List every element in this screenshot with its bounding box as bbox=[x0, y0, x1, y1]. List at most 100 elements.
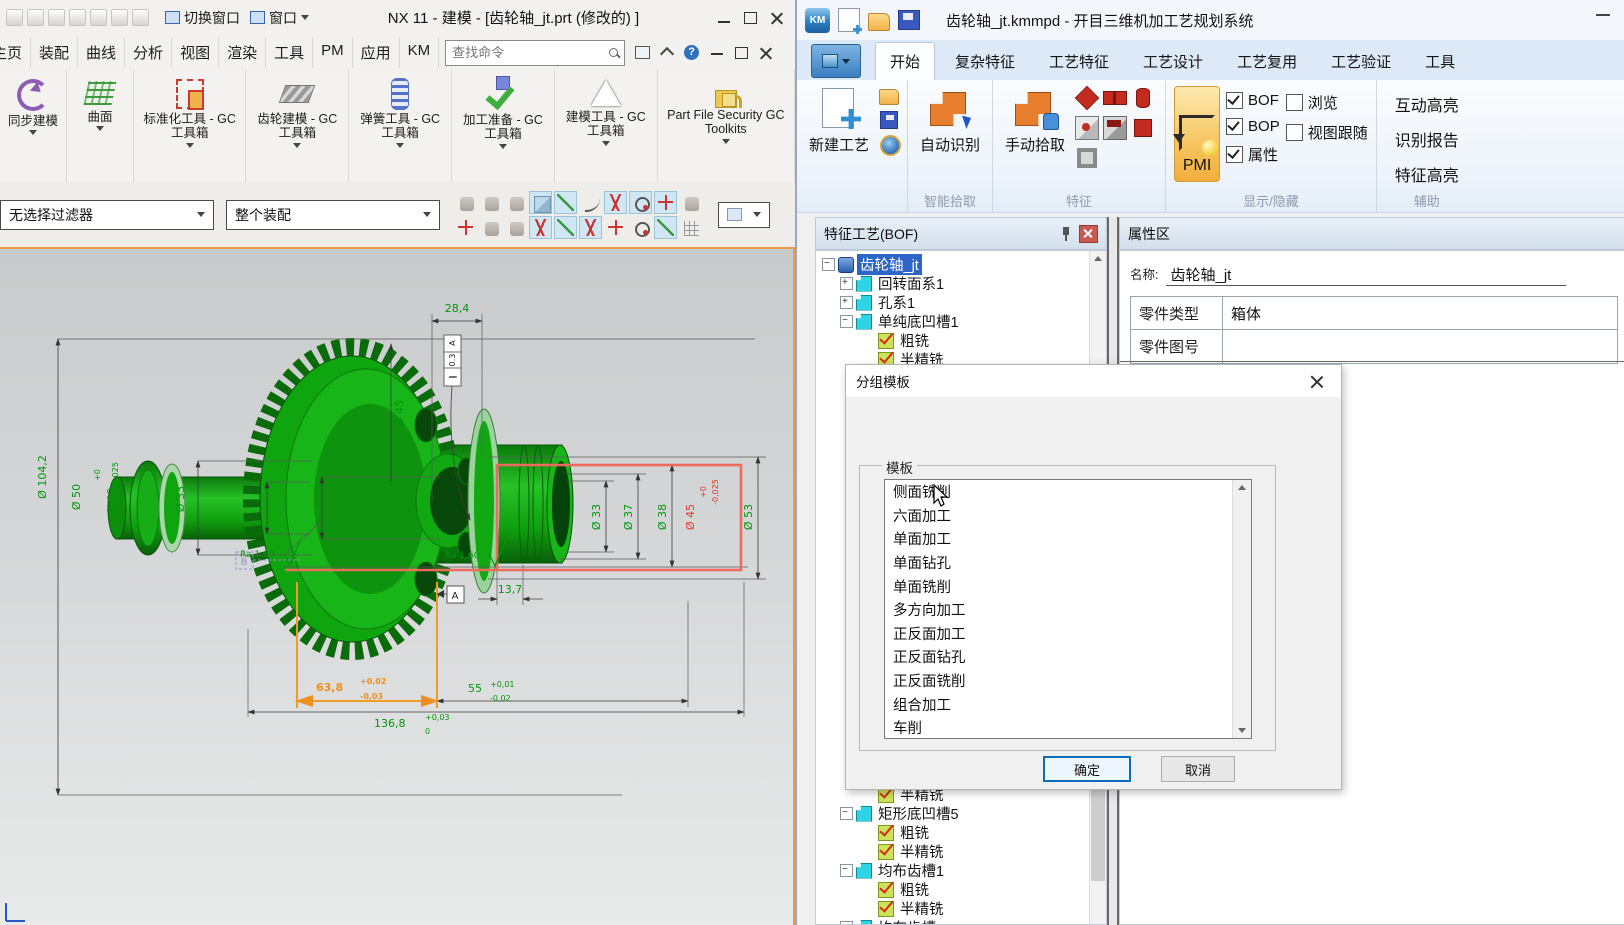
scroll-up-icon[interactable] bbox=[1090, 251, 1106, 266]
window-menu-button[interactable]: 窗口 bbox=[250, 8, 309, 28]
template-list-item[interactable]: 正反面铣削 bbox=[885, 669, 1251, 693]
panel-close-icon[interactable] bbox=[1079, 225, 1098, 243]
template-list[interactable]: 侧面铣削六面加工单面加工单面钻孔单面铣削多方向加工正反面加工正反面钻孔正反面铣削… bbox=[884, 479, 1252, 739]
aux-button[interactable]: 互动高亮 bbox=[1389, 90, 1465, 118]
template-list-item[interactable]: 多方向加工 bbox=[885, 598, 1251, 622]
snap-icon[interactable] bbox=[504, 191, 527, 214]
quick-access-icon[interactable] bbox=[69, 9, 86, 26]
tree-item[interactable]: 半精铣 bbox=[818, 899, 1088, 918]
snap-icon[interactable] bbox=[529, 191, 552, 214]
checkbox-icon[interactable] bbox=[1226, 92, 1243, 109]
tree-item[interactable]: 粗铣 bbox=[818, 880, 1088, 899]
snap-icon[interactable] bbox=[629, 216, 652, 239]
child-minimize-icon[interactable] bbox=[711, 53, 723, 55]
nx-menu-tab[interactable]: 曲线 bbox=[78, 37, 125, 68]
pmi-toggle-button[interactable]: PMI bbox=[1174, 86, 1220, 182]
name-field[interactable]: 齿轮轴_jt bbox=[1166, 261, 1566, 286]
quick-access-icon[interactable] bbox=[111, 9, 128, 26]
checkbox-row[interactable]: 属性 bbox=[1226, 144, 1280, 165]
expand-toggle-icon[interactable] bbox=[840, 807, 853, 820]
template-list-item[interactable]: 组合加工 bbox=[885, 692, 1251, 716]
snap-icon[interactable] bbox=[554, 191, 577, 214]
globe-icon[interactable] bbox=[879, 134, 899, 154]
km-ribbon-tab[interactable]: 工艺验证 bbox=[1317, 43, 1405, 80]
template-list-item[interactable]: 正反面加工 bbox=[885, 622, 1251, 646]
quick-access-icon[interactable] bbox=[27, 9, 44, 26]
block-feature-icon[interactable] bbox=[1134, 119, 1152, 137]
expand-toggle-icon[interactable] bbox=[840, 864, 853, 877]
view-window-dropdown[interactable] bbox=[718, 202, 770, 228]
km-ribbon-tab[interactable]: 复杂特征 bbox=[941, 43, 1029, 80]
tree-item[interactable]: 单纯底凹槽1 bbox=[818, 312, 1106, 331]
km-ribbon-tab[interactable]: 工艺特征 bbox=[1035, 43, 1123, 80]
switch-window-button[interactable]: 切换窗口 bbox=[165, 8, 240, 28]
checkbox-icon[interactable] bbox=[1226, 118, 1243, 135]
tree-item[interactable]: 粗铣 bbox=[818, 331, 1106, 350]
prop-value[interactable] bbox=[1223, 330, 1617, 363]
scroll-up-icon[interactable] bbox=[1233, 480, 1251, 495]
snap-icon[interactable] bbox=[554, 216, 577, 239]
tree-item[interactable]: 齿轮轴_jt bbox=[818, 255, 1106, 274]
nx-ribbon-group-button[interactable]: 弹簧工具 - GC工具箱 bbox=[349, 70, 452, 182]
nx-menu-tab[interactable]: 分析 bbox=[125, 37, 172, 68]
nx-ribbon-group-button[interactable]: 齿轮建模 - GC工具箱 bbox=[246, 70, 349, 182]
km-ribbon-tab[interactable]: 工艺设计 bbox=[1129, 43, 1217, 80]
checkbox-icon[interactable] bbox=[1286, 124, 1303, 141]
snap-icon[interactable] bbox=[454, 191, 477, 214]
cylinder-feature-icon[interactable] bbox=[1136, 88, 1150, 108]
collapse-ribbon-icon[interactable] bbox=[660, 47, 674, 61]
frame-feature-icon[interactable] bbox=[1077, 148, 1097, 168]
nx-menu-tab[interactable]: 渲染 bbox=[219, 37, 266, 68]
dropdown-arrow-icon[interactable] bbox=[293, 143, 301, 148]
checkbox-row[interactable]: BOP bbox=[1226, 118, 1280, 135]
tree-item[interactable]: 均布齿槽 bbox=[818, 918, 1088, 925]
template-list-scrollbar[interactable] bbox=[1232, 480, 1251, 738]
hole-feature-icon[interactable] bbox=[1075, 116, 1099, 140]
nx-ribbon-group-button[interactable]: Part File Security GC Toolkits bbox=[658, 70, 795, 182]
dialog-titlebar[interactable]: 分组模板 bbox=[846, 365, 1341, 397]
snap-icon[interactable] bbox=[679, 191, 702, 214]
dropdown-arrow-icon[interactable] bbox=[602, 141, 610, 146]
nx-menu-tab[interactable]: 装配 bbox=[31, 37, 78, 68]
template-list-item[interactable]: 单面加工 bbox=[885, 527, 1251, 551]
command-finder-input[interactable] bbox=[450, 44, 608, 61]
expand-toggle-icon[interactable] bbox=[840, 296, 853, 309]
quick-access-icon[interactable] bbox=[48, 9, 65, 26]
open-file-icon[interactable] bbox=[868, 13, 890, 31]
new-process-button[interactable]: 新建工艺 bbox=[805, 84, 873, 190]
template-list-item[interactable]: 正反面钻孔 bbox=[885, 645, 1251, 669]
prop-value[interactable]: 箱体 bbox=[1223, 297, 1617, 329]
feature-control-frame[interactable]: A 0.3 ∥ bbox=[444, 335, 461, 386]
checkbox-icon[interactable] bbox=[1286, 94, 1303, 111]
manual-pick-button[interactable]: 手动拾取 bbox=[1001, 84, 1069, 190]
quick-access-icon[interactable] bbox=[90, 9, 107, 26]
dropdown-arrow-icon[interactable] bbox=[29, 130, 37, 135]
open-process-icon[interactable] bbox=[879, 86, 899, 106]
snap-icon[interactable] bbox=[579, 216, 602, 239]
snap-icon[interactable] bbox=[454, 216, 477, 239]
nx-ribbon-group-button[interactable]: 加工准备 - GC工具箱 bbox=[452, 70, 555, 182]
template-list-item[interactable]: 单面铣削 bbox=[885, 574, 1251, 598]
aux-button[interactable]: 识别报告 bbox=[1389, 125, 1465, 153]
ribbon-options-icon[interactable] bbox=[635, 46, 650, 59]
auto-recognize-button[interactable]: 自动识别 bbox=[916, 84, 984, 190]
nx-ribbon-group-button[interactable]: 同步建模 bbox=[0, 70, 67, 182]
tree-item[interactable]: 粗铣 bbox=[818, 823, 1088, 842]
command-finder[interactable] bbox=[445, 40, 625, 66]
snap-icon[interactable] bbox=[479, 191, 502, 214]
snap-icon[interactable] bbox=[579, 191, 602, 214]
checkbox-icon[interactable] bbox=[1226, 146, 1243, 163]
snap-icon[interactable] bbox=[629, 191, 652, 214]
checkbox-row[interactable]: 视图跟随 bbox=[1286, 122, 1368, 143]
save-process-icon[interactable] bbox=[879, 110, 899, 130]
minimize-icon[interactable] bbox=[1596, 14, 1610, 16]
ok-button[interactable]: 确定 bbox=[1043, 756, 1131, 782]
km-ribbon-tab[interactable]: 工艺复用 bbox=[1223, 43, 1311, 80]
snap-icon[interactable] bbox=[479, 216, 502, 239]
tree-item[interactable]: 孔系1 bbox=[818, 293, 1106, 312]
child-restore-icon[interactable] bbox=[735, 47, 748, 59]
km-ribbon-tab[interactable]: 工具 bbox=[1411, 43, 1469, 80]
snap-icon[interactable] bbox=[604, 191, 627, 214]
nx-menu-tab[interactable]: 主页 bbox=[0, 37, 31, 68]
plane-feature-icon[interactable] bbox=[1075, 86, 1099, 110]
